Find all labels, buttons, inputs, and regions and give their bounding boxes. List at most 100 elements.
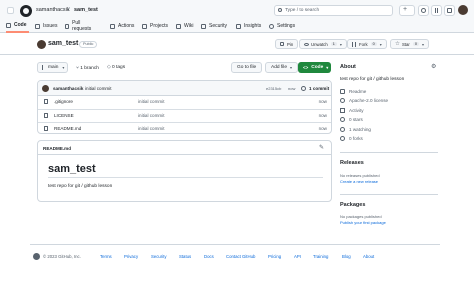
- about-item-label: Readme: [349, 89, 367, 94]
- breadcrumb-separator: /: [68, 7, 70, 13]
- user-avatar[interactable]: [458, 5, 468, 15]
- file-row[interactable]: .gitignore initial commit now: [38, 96, 331, 108]
- code-icon: [6, 22, 11, 28]
- tab-code[interactable]: Code: [6, 19, 29, 33]
- file-row[interactable]: README.md initial commit now: [38, 122, 331, 133]
- file-commit-message[interactable]: initial commit: [138, 113, 165, 118]
- license-link[interactable]: Apache-2.0 license: [340, 98, 388, 103]
- github-logo-icon[interactable]: [20, 5, 32, 17]
- no-releases-text: No releases published: [340, 173, 380, 178]
- readme-header: README.md ✎: [38, 141, 331, 155]
- readme-title-underline: [48, 177, 323, 178]
- file-commit-message[interactable]: initial commit: [138, 99, 165, 104]
- repo-owner-avatar[interactable]: [37, 40, 46, 49]
- commit-message[interactable]: initial commit: [85, 86, 112, 91]
- unwatch-button[interactable]: Unwatch 1 ▾: [299, 39, 347, 49]
- shield-icon: [201, 23, 206, 29]
- footer-link-pricing[interactable]: Pricing: [268, 254, 281, 259]
- footer-link-api[interactable]: API: [294, 254, 301, 259]
- create-new-button[interactable]: +: [399, 5, 415, 16]
- about-item-label: Activity: [349, 108, 364, 113]
- hamburger-menu-icon[interactable]: [7, 7, 14, 14]
- file-row[interactable]: LICENSE initial commit now: [38, 109, 331, 121]
- footer-link-terms[interactable]: Terms: [100, 254, 112, 259]
- edit-pencil-icon[interactable]: ✎: [319, 144, 324, 151]
- add-file-button[interactable]: Add file ▾: [265, 62, 299, 73]
- branch-icon: ⑂: [76, 66, 79, 71]
- tab-label: Issues: [43, 23, 58, 29]
- branches-link[interactable]: ⑂ 1 branch: [76, 65, 99, 71]
- repo-title[interactable]: sam_test: [48, 40, 78, 47]
- star-icon: [340, 117, 345, 122]
- breadcrumb-owner[interactable]: samanthacsik: [36, 7, 70, 13]
- branch-selector[interactable]: main ▾: [37, 62, 68, 73]
- go-to-file-button[interactable]: Go to file: [231, 62, 263, 73]
- branch-name: main: [48, 65, 59, 70]
- breadcrumb-repo[interactable]: sam_test: [74, 7, 98, 13]
- sidebar-divider: [340, 152, 438, 153]
- code-button[interactable]: <> Code ▾: [298, 62, 331, 73]
- footer-copyright: © 2023 GitHub, Inc.: [43, 254, 81, 259]
- tags-link[interactable]: ◇ 0 tags: [107, 65, 125, 70]
- gear-icon[interactable]: ⚙: [431, 63, 436, 70]
- code-icon: <>: [303, 65, 309, 70]
- commit-author-avatar[interactable]: [42, 85, 49, 92]
- pull-request-icon: [435, 8, 438, 13]
- search-input[interactable]: Type / to search: [274, 5, 393, 16]
- pull-requests-button[interactable]: [431, 5, 442, 16]
- no-packages-text: No packages published: [340, 214, 382, 219]
- publish-package-link[interactable]: Publish your first package: [340, 220, 386, 225]
- about-item-label: 0 forks: [349, 136, 363, 141]
- fork-button[interactable]: Fork 0 ▾: [347, 39, 387, 49]
- packages-heading[interactable]: Packages: [340, 202, 365, 208]
- tab-insights[interactable]: Insights: [236, 19, 261, 33]
- readme-link[interactable]: Readme: [340, 89, 366, 94]
- tab-label: Code: [14, 22, 27, 28]
- file-name[interactable]: README.md: [54, 126, 81, 131]
- tab-settings[interactable]: Settings: [269, 19, 295, 33]
- tab-actions[interactable]: Actions: [110, 19, 134, 33]
- file-commit-time: now: [318, 113, 327, 118]
- tab-label: Security: [209, 23, 228, 29]
- book-icon: [176, 23, 181, 29]
- inbox-button[interactable]: [444, 5, 455, 16]
- commits-count[interactable]: 1 commit: [309, 86, 329, 91]
- footer-link-about[interactable]: About: [363, 254, 374, 259]
- tab-projects[interactable]: Projects: [142, 19, 168, 33]
- footer-link-privacy[interactable]: Privacy: [124, 254, 138, 259]
- footer-link-status[interactable]: Status: [179, 254, 191, 259]
- tab-pull-requests[interactable]: Pull requests: [65, 19, 92, 33]
- commit-author[interactable]: samanthacsik: [53, 86, 83, 91]
- forks-link[interactable]: 0 forks: [340, 136, 363, 141]
- readme-file-label[interactable]: README.md: [43, 146, 71, 151]
- footer-link-security[interactable]: Security: [151, 254, 167, 259]
- footer-link-blog[interactable]: Blog: [342, 254, 351, 259]
- play-icon: [110, 23, 115, 29]
- github-logo-icon[interactable]: [33, 253, 40, 260]
- star-button[interactable]: ☆ Star 0 ▾: [390, 39, 429, 49]
- readme-panel: README.md ✎ sam_test test repo for git /…: [37, 140, 332, 202]
- file-commit-message[interactable]: initial commit: [138, 126, 165, 131]
- watch-count: 1: [330, 42, 337, 46]
- tab-wiki[interactable]: Wiki: [176, 19, 193, 33]
- activity-link[interactable]: Activity: [340, 108, 364, 113]
- commit-hash[interactable]: e2315cb: [266, 86, 281, 91]
- footer-link-contact[interactable]: Contact GitHub: [226, 254, 255, 259]
- file-name[interactable]: .gitignore: [54, 99, 73, 104]
- issues-button[interactable]: [418, 5, 429, 16]
- tab-issues[interactable]: Issues: [35, 19, 57, 33]
- tab-security[interactable]: Security: [201, 19, 227, 33]
- chevron-down-icon: ▾: [290, 65, 293, 70]
- pull-request-icon: [65, 23, 70, 29]
- plus-icon: +: [403, 6, 408, 13]
- create-release-link[interactable]: Create a new release: [340, 179, 378, 184]
- watching-link[interactable]: 1 watching: [340, 127, 371, 132]
- pin-button[interactable]: Pin: [275, 39, 299, 49]
- stars-link[interactable]: 0 stars: [340, 117, 363, 122]
- footer-link-training[interactable]: Training: [313, 254, 328, 259]
- footer-link-docs[interactable]: Docs: [204, 254, 214, 259]
- file-name[interactable]: LICENSE: [54, 113, 74, 118]
- issue-icon: [421, 8, 426, 13]
- file-icon: [44, 113, 48, 118]
- releases-heading[interactable]: Releases: [340, 160, 364, 166]
